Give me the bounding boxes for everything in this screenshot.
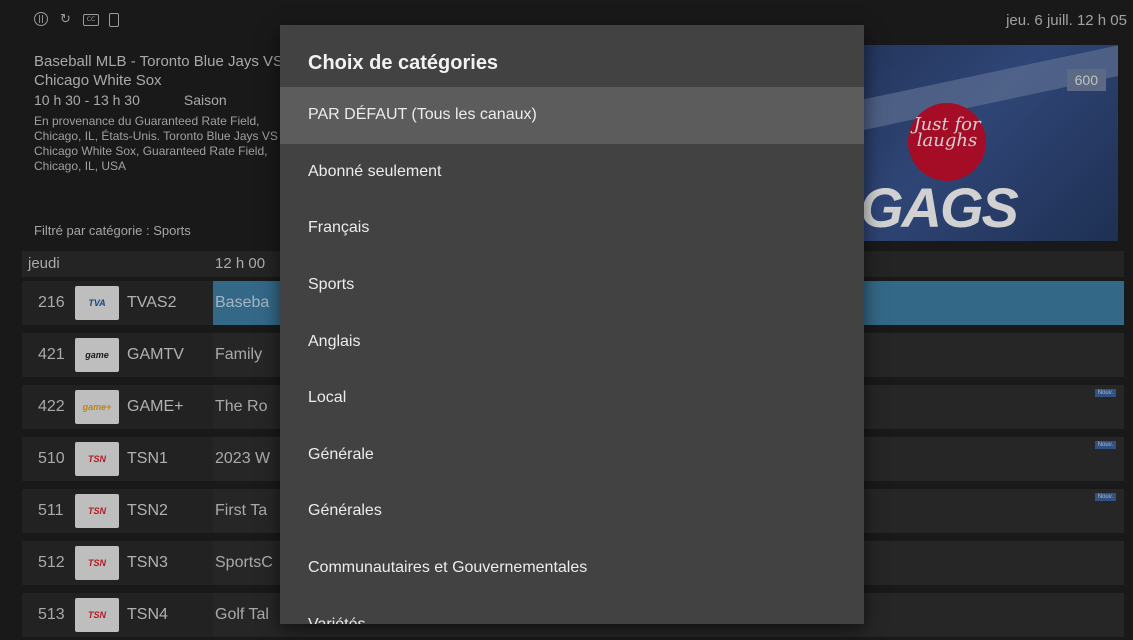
dialog-title: Choix de catégories bbox=[308, 52, 498, 75]
category-options: PAR DÉFAUT (Tous les canaux) Abonné seul… bbox=[280, 87, 864, 624]
category-option-varietes[interactable]: Variétés bbox=[280, 596, 864, 624]
category-option-communautaires[interactable]: Communautaires et Gouvernementales bbox=[280, 540, 864, 597]
category-option-francais[interactable]: Français bbox=[280, 200, 864, 257]
category-option-anglais[interactable]: Anglais bbox=[280, 313, 864, 370]
category-option-local[interactable]: Local bbox=[280, 370, 864, 427]
category-option-default[interactable]: PAR DÉFAUT (Tous les canaux) bbox=[280, 87, 864, 144]
category-option-subscribed[interactable]: Abonné seulement bbox=[280, 144, 864, 201]
category-option-generale[interactable]: Générale bbox=[280, 427, 864, 484]
category-option-sports[interactable]: Sports bbox=[280, 257, 864, 314]
category-dialog: Choix de catégories PAR DÉFAUT (Tous les… bbox=[280, 25, 864, 624]
category-option-generales[interactable]: Générales bbox=[280, 483, 864, 540]
tv-guide-app: || ↻ CC jeu. 6 juill. 12 h 05 Baseball M… bbox=[0, 0, 1133, 640]
